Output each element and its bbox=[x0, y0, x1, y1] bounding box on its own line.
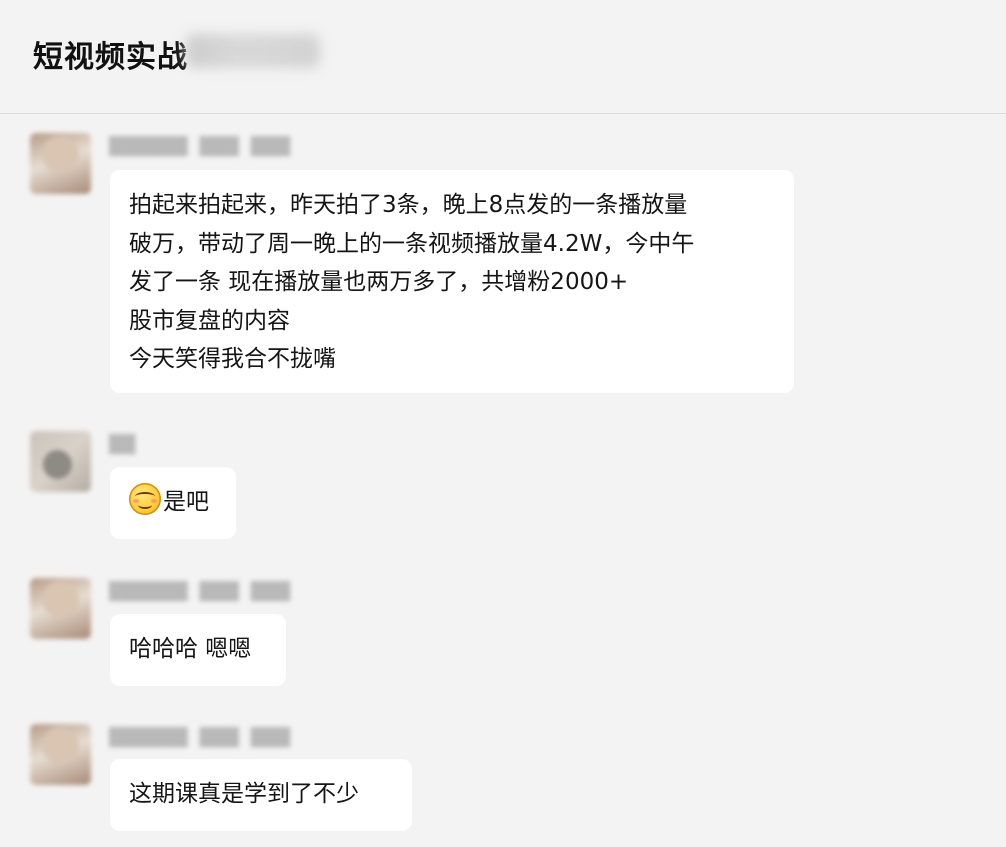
sender-name: ██ bbox=[109, 435, 136, 455]
sender-tag: ███ bbox=[250, 728, 290, 748]
sender-tag: ███ bbox=[199, 137, 239, 157]
message-text-line: 今天笑得我合不拢嘴 bbox=[129, 346, 336, 372]
message-bubble[interactable]: 这期课真是学到了不少 bbox=[110, 759, 412, 831]
message-text-line: 拍起来拍起来，昨天拍了3条，晚上8点发的一条播放量 bbox=[129, 192, 688, 218]
redacted-title-suffix bbox=[186, 34, 320, 68]
message-text-line: 发了一条 现在播放量也两万多了，共增粉2000+ bbox=[129, 269, 629, 295]
sender-name-redacted: ██████ ███ ███ bbox=[109, 580, 290, 604]
avatar[interactable] bbox=[30, 133, 91, 194]
avatar[interactable] bbox=[30, 431, 91, 492]
sender-name-redacted: ██ bbox=[109, 433, 135, 457]
sender-tag: ███ bbox=[199, 582, 239, 602]
message-bubble[interactable]: 拍起来拍起来，昨天拍了3条，晚上8点发的一条播放量 破万，带动了周一晚上的一条视… bbox=[110, 170, 794, 393]
message-text-line: 破万，带动了周一晚上的一条视频播放量4.2W，今中午 bbox=[129, 230, 695, 257]
sender-name-redacted: ██████ ███ ███ bbox=[109, 135, 290, 159]
sender-name: ██████ bbox=[109, 582, 188, 602]
message-text-line: 哈哈哈 嗯嗯 bbox=[129, 636, 252, 662]
sender-name: ██████ bbox=[109, 728, 188, 748]
chat-title: 短视频实战 bbox=[33, 40, 188, 75]
message-text-line: 这期课真是学到了不少 bbox=[129, 781, 359, 807]
chat-header: 短视频实战 bbox=[0, 0, 1006, 114]
message-bubble[interactable]: 是吧 bbox=[110, 467, 236, 539]
avatar[interactable] bbox=[30, 724, 91, 785]
sender-tag: ███ bbox=[199, 728, 239, 748]
message-text-line: 股市复盘的内容 bbox=[129, 307, 290, 334]
smirk-emoji-icon bbox=[129, 483, 161, 515]
avatar[interactable] bbox=[30, 578, 91, 639]
sender-name: ██████ bbox=[109, 137, 188, 157]
sender-tag: ███ bbox=[250, 137, 290, 157]
message-text-line: 是吧 bbox=[163, 489, 209, 515]
sender-name-redacted: ██████ ███ ███ bbox=[109, 726, 290, 750]
sender-tag: ███ bbox=[250, 582, 290, 602]
message-bubble[interactable]: 哈哈哈 嗯嗯 bbox=[110, 614, 286, 686]
